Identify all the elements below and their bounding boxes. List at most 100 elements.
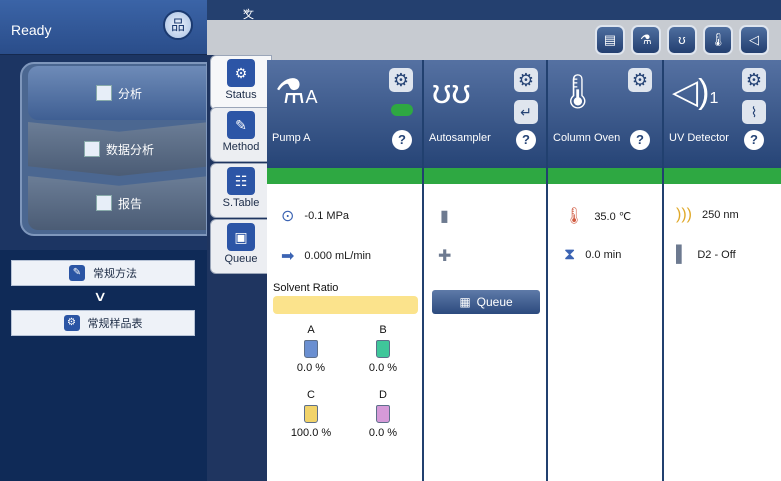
nav-panel: 分析 数据分析 报告 <box>20 62 208 236</box>
oven-large-icon: 🌡 <box>556 73 600 111</box>
oven-icon[interactable]: 🌡 <box>703 25 733 55</box>
oven-temp: 35.0 ℃ <box>594 210 632 223</box>
pump-large-icon: ⚗A <box>275 73 318 111</box>
uv-help-icon[interactable]: ? <box>744 130 764 150</box>
pressure-gauge-icon: ⊙ <box>281 208 295 225</box>
bottle-c-icon <box>304 405 318 423</box>
queue-button[interactable]: ▦ Queue <box>432 290 540 314</box>
tab-stable[interactable]: ☷ S.Table <box>210 163 272 218</box>
column-oven-module: 🌡 ⚙ Column Oven ? 🌡 35.0 ℃ ⧗ 0.0 min <box>548 60 664 481</box>
method-pencil-icon: ✎ <box>227 111 255 139</box>
wavelength-icon: ))) <box>676 206 692 223</box>
autosampler-icon[interactable]: ʊ <box>667 25 697 55</box>
bottle-a-value: 0.0 % <box>296 362 326 374</box>
status-text: Ready <box>11 22 52 38</box>
bottle-d: D 0.0 % <box>353 389 413 439</box>
uv-large-icon: ◁)1 <box>672 73 719 111</box>
flow-icon: ➡ <box>281 248 295 265</box>
uv-name: UV Detector <box>669 132 729 144</box>
nav-analysis-button[interactable]: 分析 <box>28 66 206 120</box>
uv-detector-icon[interactable]: ◁ <box>739 25 769 55</box>
bottle-b-value: 0.0 % <box>368 362 398 374</box>
queue-icon: ▣ <box>227 223 255 251</box>
bottle-b-letter: B <box>379 324 387 336</box>
tab-method[interactable]: ✎ Method <box>210 107 272 162</box>
bottle-c-value: 100.0 % <box>290 427 332 439</box>
bottle-c: C 100.0 % <box>281 389 341 439</box>
uv-body: ))) 250 nm ▌ D2 - Off <box>664 184 781 481</box>
oven-help-icon[interactable]: ? <box>630 130 650 150</box>
queue-button-label: Queue <box>476 295 513 309</box>
bottle-b-icon <box>376 340 390 358</box>
autosampler-help-icon[interactable]: ? <box>516 130 536 150</box>
bottle-a-letter: A <box>307 324 315 336</box>
bottle-a: A 0.0 % <box>281 324 341 374</box>
nav-data-analysis-button[interactable]: 数据分析 <box>28 122 206 176</box>
network-icon[interactable]: 品 <box>163 10 193 40</box>
oven-status-bar <box>548 168 662 184</box>
queue-grid-icon: ▦ <box>459 295 471 309</box>
nav-report-label: 报告 <box>117 196 142 211</box>
tab-queue[interactable]: ▣ Queue <box>210 219 272 274</box>
pump-toggle[interactable] <box>391 104 413 116</box>
solvent-ratio-bar <box>273 296 418 314</box>
analysis-icon <box>95 85 112 101</box>
uv-detector-module: ◁)1 ⚙ ⌇ UV Detector ? ))) 250 nm ▌ D2 - … <box>664 60 781 481</box>
sample-table-icon: ⚙ <box>63 315 80 331</box>
uv-header: ◁)1 ⚙ ⌇ UV Detector ? <box>664 60 781 168</box>
uv-status-bar <box>664 168 781 184</box>
vial-icon: ▮ <box>440 208 449 225</box>
vertical-tabs: ⚙ Status ✎ Method ☷ S.Table ▣ Queue <box>207 55 272 481</box>
pump-help-icon[interactable]: ? <box>392 130 412 150</box>
nav-analysis-label: 分析 <box>117 86 142 101</box>
pump-module: ⚗A ⚙ Pump A ? ⊙ -0.1 MPa ➡ 0.000 mL/min … <box>267 60 424 481</box>
pump-header: ⚗A ⚙ Pump A ? <box>267 60 422 168</box>
toolbar: ▤ ⚗ ʊ 🌡 ◁ <box>207 20 781 60</box>
oven-time: 0.0 min <box>585 249 622 261</box>
left-panel: Ready 品 分析 数据分析 报告 ✎ 常规方法 ∨ ⚙ 常规样品表 <box>0 0 208 481</box>
tab-status[interactable]: ⚙ Status <box>210 55 272 110</box>
uv-channel: 1 <box>709 90 719 107</box>
nav-data-analysis-label: 数据分析 <box>105 142 154 157</box>
bottle-b: B 0.0 % <box>353 324 413 374</box>
nav-report-button[interactable]: 报告 <box>28 176 206 230</box>
uv-lamp: D2 - Off <box>697 249 736 261</box>
autosampler-status-bar <box>424 168 546 184</box>
thermometer-icon: 🌡 <box>564 208 585 225</box>
uv-chart-icon[interactable]: ⌇ <box>742 100 766 124</box>
sample-table-label: 常规样品表 <box>87 318 143 330</box>
method-icon: ✎ <box>69 265 85 281</box>
autosampler-settings-icon[interactable]: ⚙ <box>514 68 538 92</box>
method-label: 常规方法 <box>93 268 137 280</box>
autosampler-body: ▮ ✚ ▦ Queue <box>424 184 546 481</box>
pump-pressure: -0.1 MPa <box>304 210 350 222</box>
bottle-d-value: 0.0 % <box>368 427 398 439</box>
autosampler-large-icon: ʊʊ <box>432 73 471 111</box>
autosampler-header: ʊʊ ⚙ ↵ Autosampler ? <box>424 60 546 168</box>
sample-table-button[interactable]: ⚙ 常规样品表 <box>11 310 195 336</box>
uv-wavelength: 250 nm <box>701 209 739 221</box>
document-icon[interactable]: ▤ <box>595 25 625 55</box>
pump-status-bar <box>267 168 422 184</box>
oven-body: 🌡 35.0 ℃ ⧗ 0.0 min <box>548 184 662 481</box>
autosampler-name: Autosampler <box>429 132 491 144</box>
hourglass-icon: ⧗ <box>564 246 576 263</box>
pump-name: Pump A <box>272 132 311 144</box>
oven-settings-icon[interactable]: ⚙ <box>628 68 652 92</box>
autosampler-module: ʊʊ ⚙ ↵ Autosampler ? ▮ ✚ ▦ Queue <box>424 60 548 481</box>
bottle-c-letter: C <box>307 389 315 401</box>
oven-name: Column Oven <box>553 132 621 144</box>
tab-method-label: Method <box>222 141 260 153</box>
pump-icon[interactable]: ⚗ <box>631 25 661 55</box>
autosampler-import-icon[interactable]: ↵ <box>514 100 538 124</box>
tab-status-label: Status <box>225 89 257 101</box>
pump-settings-icon[interactable]: ⚙ <box>389 68 413 92</box>
data-analysis-icon <box>83 141 100 157</box>
method-button[interactable]: ✎ 常规方法 <box>11 260 195 286</box>
bottle-d-icon <box>376 405 390 423</box>
tab-queue-label: Queue <box>224 253 258 265</box>
uv-settings-icon[interactable]: ⚙ <box>742 68 766 92</box>
file-list-header[interactable]: » 文件列表 <box>207 0 781 69</box>
bottle-a-icon <box>304 340 318 358</box>
tab-stable-label: S.Table <box>222 197 260 209</box>
